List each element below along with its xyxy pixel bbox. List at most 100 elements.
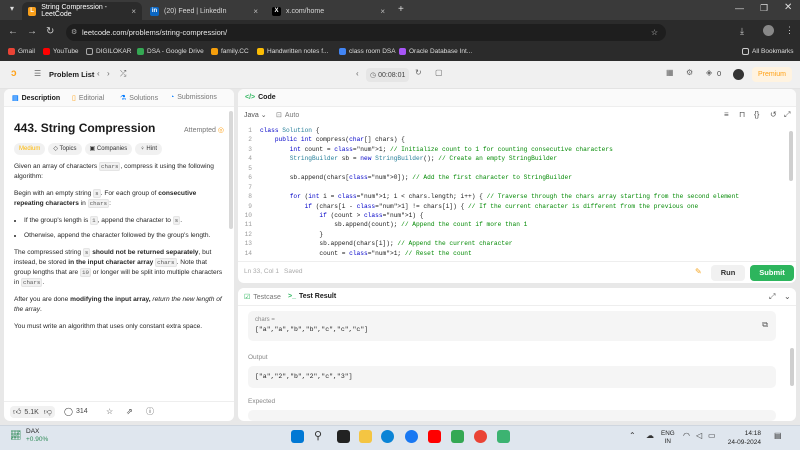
editor-scrollbar[interactable] — [789, 131, 793, 181]
close-icon[interactable]: × — [131, 7, 136, 16]
collapse-icon[interactable]: ⌄ — [784, 292, 791, 301]
thumbs-down-icon[interactable]: 👎︎ — [44, 407, 52, 417]
companies-pill[interactable]: ▣ Companies — [84, 143, 133, 155]
tab-solutions[interactable]: ⚗ Solutions — [120, 94, 158, 103]
run-button[interactable]: Run — [711, 265, 745, 281]
reload-button[interactable]: ↻ — [46, 26, 54, 37]
reset-timer-icon[interactable]: ↻ — [415, 68, 422, 77]
stock-ticker[interactable]: DAX +0.90% — [26, 428, 48, 444]
problem-list-link[interactable]: Problem List — [49, 70, 94, 79]
notes-icon[interactable]: ▢ — [435, 68, 443, 77]
task-view-icon[interactable] — [337, 430, 350, 443]
code-line[interactable]: 7 — [238, 184, 778, 193]
user-avatar[interactable] — [733, 69, 744, 80]
wifi-icon[interactable]: ◠ — [683, 431, 690, 440]
stock-chart-icon[interactable]: 📈︎ — [10, 430, 21, 441]
bookmark-dsa-drive[interactable]: DSA - Google Drive — [137, 48, 204, 55]
premium-button[interactable]: Premium — [752, 67, 793, 82]
url-bar[interactable]: ⚙ leetcode.com/problems/string-compressi… — [66, 24, 666, 41]
clock[interactable]: 14:18 24-09-2024 — [725, 429, 761, 447]
fire-icon[interactable]: ◈ — [706, 68, 712, 77]
tab-leetcode[interactable]: L String Compression - LeetCode × — [22, 2, 142, 20]
forward-button[interactable]: → — [27, 26, 37, 37]
next-problem-icon[interactable]: › — [107, 69, 110, 78]
bookmark-icon[interactable]: ⊓ — [739, 110, 745, 119]
code-line[interactable]: 14 count = class="num">1; // Reset the c… — [238, 250, 778, 257]
bookmark-notes[interactable]: Handwritten notes f... — [257, 48, 328, 55]
bookmark-family[interactable]: family.CC — [211, 48, 249, 55]
code-line[interactable]: 9 if (chars[i - class="num">1] != chars[… — [238, 203, 778, 212]
downloads-icon[interactable]: ⤓ — [740, 26, 744, 37]
shuffle-icon[interactable]: ⤮ — [120, 69, 126, 79]
hint-pill[interactable]: ♀ Hint — [135, 143, 163, 155]
close-window-button[interactable]: ✕ — [784, 2, 792, 13]
chrome-icon[interactable] — [474, 430, 487, 443]
code-line[interactable]: 5 — [238, 165, 778, 174]
code-line[interactable]: 8 for (int i = class="num">1; i < chars.… — [238, 193, 778, 202]
help-icon[interactable]: ⓘ — [146, 406, 154, 417]
site-info-icon[interactable]: ⚙ — [71, 24, 77, 41]
code-line[interactable]: 10 if (count > class="num">1) { — [238, 212, 778, 221]
vpn-icon[interactable] — [497, 430, 510, 443]
reset-icon[interactable]: ↺ — [770, 110, 777, 119]
fullscreen-icon[interactable]: ⤢ — [784, 110, 790, 120]
leetcode-logo-icon[interactable]: ↄ — [11, 68, 17, 79]
testcase-scrollbar[interactable] — [790, 348, 794, 386]
language-select[interactable]: Java ⌄ — [244, 111, 267, 120]
braces-icon[interactable]: {} — [754, 110, 759, 119]
bookmark-classroom[interactable]: class room DSA — [339, 48, 396, 55]
format-icon[interactable]: ≡ — [724, 110, 729, 119]
maximize-button[interactable]: ❐ — [760, 3, 768, 14]
share-icon[interactable]: ⇗ — [126, 407, 133, 416]
description-scrollbar[interactable] — [229, 111, 233, 229]
edge-icon[interactable] — [381, 430, 394, 443]
code-line[interactable]: 4 StringBuilder sb = new StringBuilder()… — [238, 155, 778, 164]
language-indicator[interactable]: ENG IN — [661, 430, 675, 446]
star-icon[interactable]: ☆ — [106, 407, 113, 416]
code-editor[interactable]: 1 class Solution {2 public int compress(c… — [238, 127, 778, 257]
timer[interactable]: ◷ 00:08:01 — [366, 68, 410, 82]
settings-icon[interactable]: ⚙ — [686, 68, 693, 77]
difficulty-badge[interactable]: Medium — [14, 143, 46, 155]
tab-description[interactable]: ▤ Description — [12, 94, 60, 103]
comments-button[interactable]: ◯ 314 — [64, 407, 88, 416]
ai-icon[interactable]: ✎ — [695, 267, 702, 276]
onedrive-icon[interactable]: ☁ — [646, 431, 654, 440]
code-line[interactable]: 6 sb.append(chars[class="num">0]); // Ad… — [238, 174, 778, 183]
file-explorer-icon[interactable] — [359, 430, 372, 443]
battery-icon[interactable]: ▭ — [708, 431, 716, 440]
tab-editorial[interactable]: ▯ Editorial — [72, 94, 104, 103]
tray-chevron-icon[interactable]: ⌃ — [629, 431, 636, 440]
tab-linkedin[interactable]: in (20) Feed | LinkedIn × — [144, 2, 264, 20]
code-line[interactable]: 12 } — [238, 231, 778, 240]
drive-app-icon[interactable] — [451, 430, 464, 443]
profile-avatar[interactable] — [763, 25, 774, 36]
code-line[interactable]: 13 sb.append(chars[i]); // Append the cu… — [238, 240, 778, 249]
copy-icon[interactable]: ⧉ — [762, 320, 768, 330]
timer-prev-icon[interactable]: ‹ — [356, 69, 359, 78]
notification-icon[interactable]: ▤ — [774, 431, 782, 440]
tab-testcase[interactable]: ☑ Testcase — [244, 293, 281, 302]
code-line[interactable]: 3 int count = class="num">1; // Initiali… — [238, 146, 778, 155]
bookmark-star-icon[interactable]: ☆ — [651, 24, 658, 41]
bookmark-digilokar[interactable]: DIGILOKAR — [86, 48, 131, 55]
back-button[interactable]: ← — [8, 26, 18, 37]
bookmark-gmail[interactable]: Gmail — [8, 48, 35, 55]
volume-icon[interactable]: ◁ — [696, 431, 702, 440]
close-icon[interactable]: × — [380, 7, 385, 16]
all-bookmarks[interactable]: All Bookmarks — [742, 48, 794, 55]
minimize-button[interactable]: — — [735, 3, 744, 13]
code-line[interactable]: 2 public int compress(char[] chars) { — [238, 136, 778, 145]
windows-start-icon[interactable] — [291, 430, 304, 443]
like-button[interactable]: 👍︎ 5.1K 👎︎ — [10, 406, 55, 418]
bookmark-youtube[interactable]: YouTube — [43, 48, 79, 55]
youtube-app-icon[interactable] — [428, 430, 441, 443]
new-tab-button[interactable]: + — [398, 4, 404, 15]
prev-problem-icon[interactable]: ‹ — [97, 69, 100, 78]
bookmark-oracle[interactable]: Oracle Database Int... — [399, 48, 472, 55]
submit-button[interactable]: Submit — [750, 265, 794, 281]
search-icon[interactable]: ⚲ — [314, 429, 322, 442]
tab-code[interactable]: </> Code — [245, 94, 276, 101]
tab-submissions[interactable]: ◔ Submissions — [170, 94, 217, 101]
tab-x[interactable]: X x.com/home × — [266, 2, 391, 20]
